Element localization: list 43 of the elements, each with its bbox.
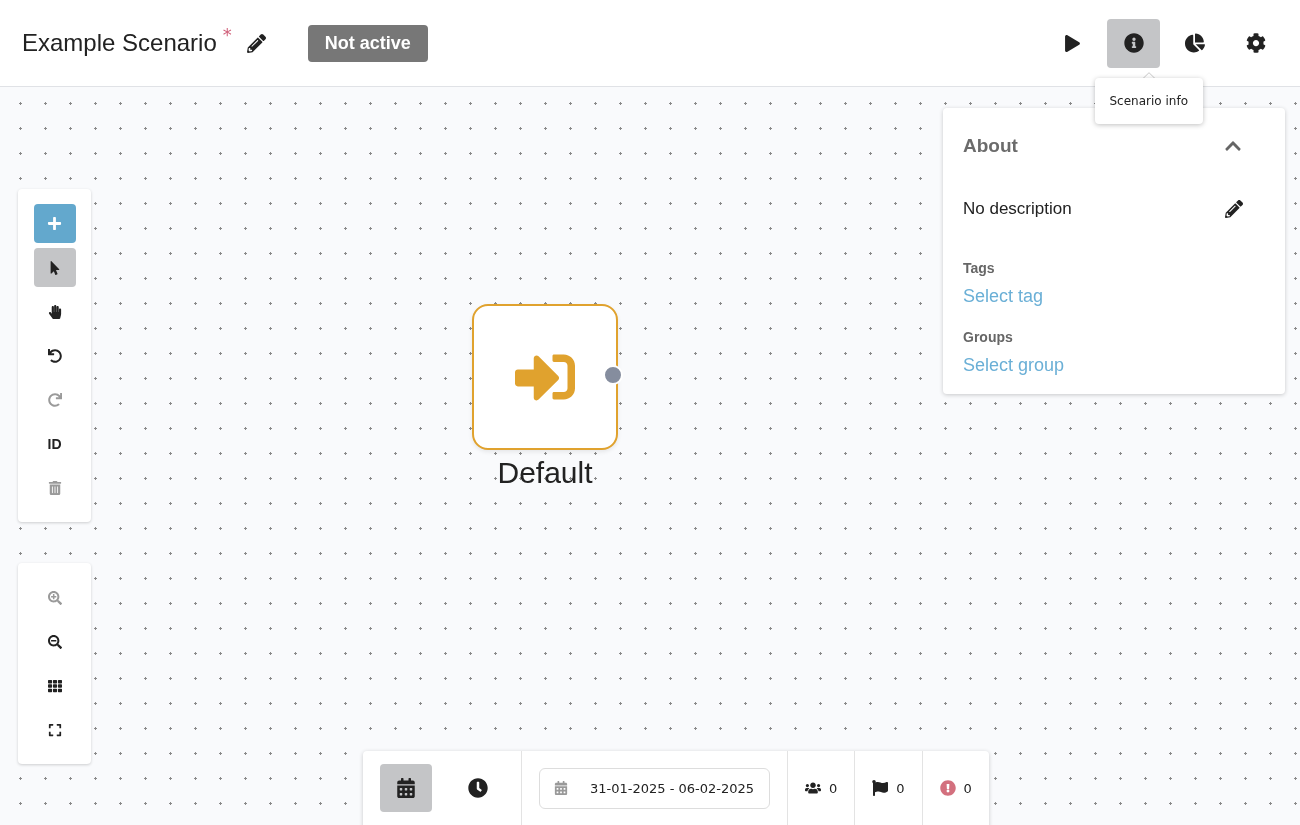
id-toggle[interactable]: ID: [33, 424, 76, 463]
undo-icon: [47, 348, 62, 363]
date-range-field[interactable]: 31-01-2025 - 06-02-2025: [539, 767, 770, 809]
hand-icon: [47, 304, 62, 319]
scenario-title: Example Scenario: [22, 29, 217, 57]
users-icon: [805, 780, 821, 796]
redo-icon: [47, 392, 62, 407]
edit-title-button[interactable]: [245, 32, 268, 54]
calendar-icon: [554, 781, 568, 795]
pencil-icon: [247, 33, 267, 53]
panel-title: About: [963, 135, 1018, 157]
description-text: No description: [963, 199, 1072, 219]
expand-icon: [47, 722, 62, 737]
count-text: 0: [963, 780, 972, 796]
zoom-out-icon: [47, 634, 62, 649]
play-icon: [1064, 34, 1081, 52]
node-card[interactable]: [472, 304, 618, 450]
clock-icon: [468, 778, 488, 798]
pencil-icon: [1225, 200, 1243, 218]
count-text: 0: [896, 780, 905, 796]
add-button[interactable]: [33, 204, 76, 243]
plus-icon: [47, 216, 62, 231]
edit-description-button[interactable]: [1223, 198, 1245, 220]
calendar-icon: [396, 778, 416, 798]
tooltip: Scenario info: [1094, 78, 1203, 124]
flag-icon: [872, 780, 889, 796]
alert-icon: [939, 780, 956, 796]
settings-icon: [1245, 33, 1266, 53]
section-label: Groups: [963, 329, 1014, 345]
info-icon: [1123, 33, 1144, 53]
node-label: Default: [497, 456, 593, 490]
select-tool[interactable]: [33, 248, 76, 287]
status-badge: Not active: [307, 24, 428, 62]
zoom-in-icon: [47, 590, 62, 605]
trash-icon: [47, 480, 62, 495]
output-port[interactable]: [603, 365, 623, 385]
unsaved-mark: *: [222, 24, 232, 45]
calendar-view-button[interactable]: [380, 764, 432, 812]
section-label: Tags: [963, 260, 996, 276]
grid-icon: [47, 678, 62, 693]
info-button[interactable]: [1107, 18, 1160, 68]
count-text: 0: [829, 780, 838, 796]
pie-chart-icon: [1184, 33, 1205, 53]
